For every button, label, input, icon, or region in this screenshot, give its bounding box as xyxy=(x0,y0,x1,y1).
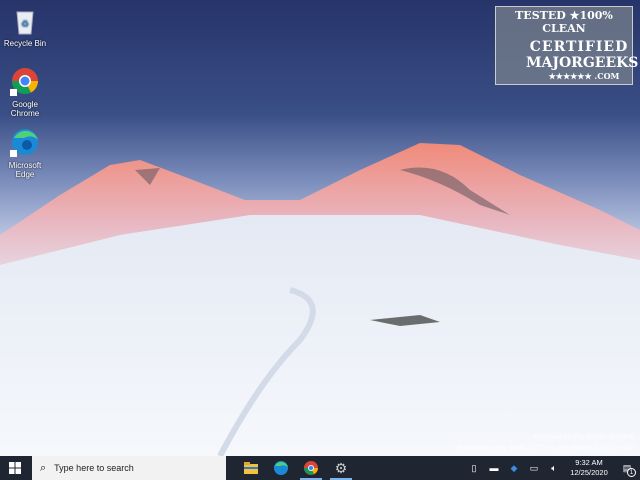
network-icon[interactable]: ▭ xyxy=(524,463,544,474)
security-shield-icon[interactable]: ◆ xyxy=(504,463,524,474)
chrome-icon xyxy=(304,461,318,475)
edge-icon xyxy=(10,128,40,158)
windows-icon xyxy=(9,462,21,474)
stamp-line: ★★★★★★ .COM xyxy=(548,71,620,81)
watermark-edition: Windows 10 Pro Insider Preview xyxy=(533,434,634,441)
notification-center-button[interactable]: ▤ 1 xyxy=(614,463,640,477)
search-placeholder: Type here to search xyxy=(54,463,134,473)
majorgeeks-certified-stamp: TESTED ★100% CLEAN CERTIFIED MAJORGEEKS … xyxy=(495,6,639,85)
start-button[interactable] xyxy=(0,456,30,480)
desktop: ♻ Recycle Bin Google Chrome Microsoft Ed… xyxy=(0,0,640,456)
chrome-icon xyxy=(10,67,40,97)
stamp-line: CERTIFIED xyxy=(529,39,629,55)
desktop-icon-recycle-bin[interactable]: ♻ Recycle Bin xyxy=(2,6,48,48)
recycle-bin-icon: ♻ xyxy=(10,6,40,36)
taskbar: ⌕ Type here to search ⚙ ▯ ▬ ◆ ▭ 🔈︎ 9:32 … xyxy=(0,456,640,480)
clock[interactable]: 9:32 AM 12/25/2020 xyxy=(564,458,614,478)
taskbar-settings[interactable]: ⚙ xyxy=(326,456,356,480)
desktop-icon-microsoft-edge[interactable]: Microsoft Edge xyxy=(2,128,48,179)
usb-icon[interactable]: ▯ xyxy=(464,463,484,474)
volume-icon[interactable]: 🔈︎ xyxy=(544,463,564,474)
display-icon[interactable]: ▬ xyxy=(484,463,504,473)
time: 9:32 AM xyxy=(575,458,603,467)
search-icon: ⌕ xyxy=(40,461,47,474)
search-box[interactable]: ⌕ Type here to search xyxy=(32,456,226,480)
desktop-icon-google-chrome[interactable]: Google Chrome xyxy=(2,67,48,118)
date: 12/25/2020 xyxy=(570,468,608,477)
taskbar-chrome[interactable] xyxy=(296,456,326,480)
stamp-line: MAJORGEEKS xyxy=(526,55,639,71)
svg-text:♻: ♻ xyxy=(21,19,29,29)
taskbar-file-explorer[interactable] xyxy=(236,456,266,480)
desktop-icon-label: Google Chrome xyxy=(10,100,40,118)
taskbar-edge[interactable] xyxy=(266,456,296,480)
notification-count: 1 xyxy=(627,467,636,477)
stamp-line: TESTED ★100% CLEAN xyxy=(515,9,613,35)
desktop-icon-label: Recycle Bin xyxy=(3,39,47,48)
desktop-icon-label: Microsoft Edge xyxy=(8,161,42,179)
watermark-build: Evaluation copy. Build 21277.rs_prerelea… xyxy=(456,445,634,452)
edge-icon xyxy=(274,461,288,475)
folder-icon xyxy=(244,462,258,474)
gear-icon: ⚙ xyxy=(334,459,348,476)
